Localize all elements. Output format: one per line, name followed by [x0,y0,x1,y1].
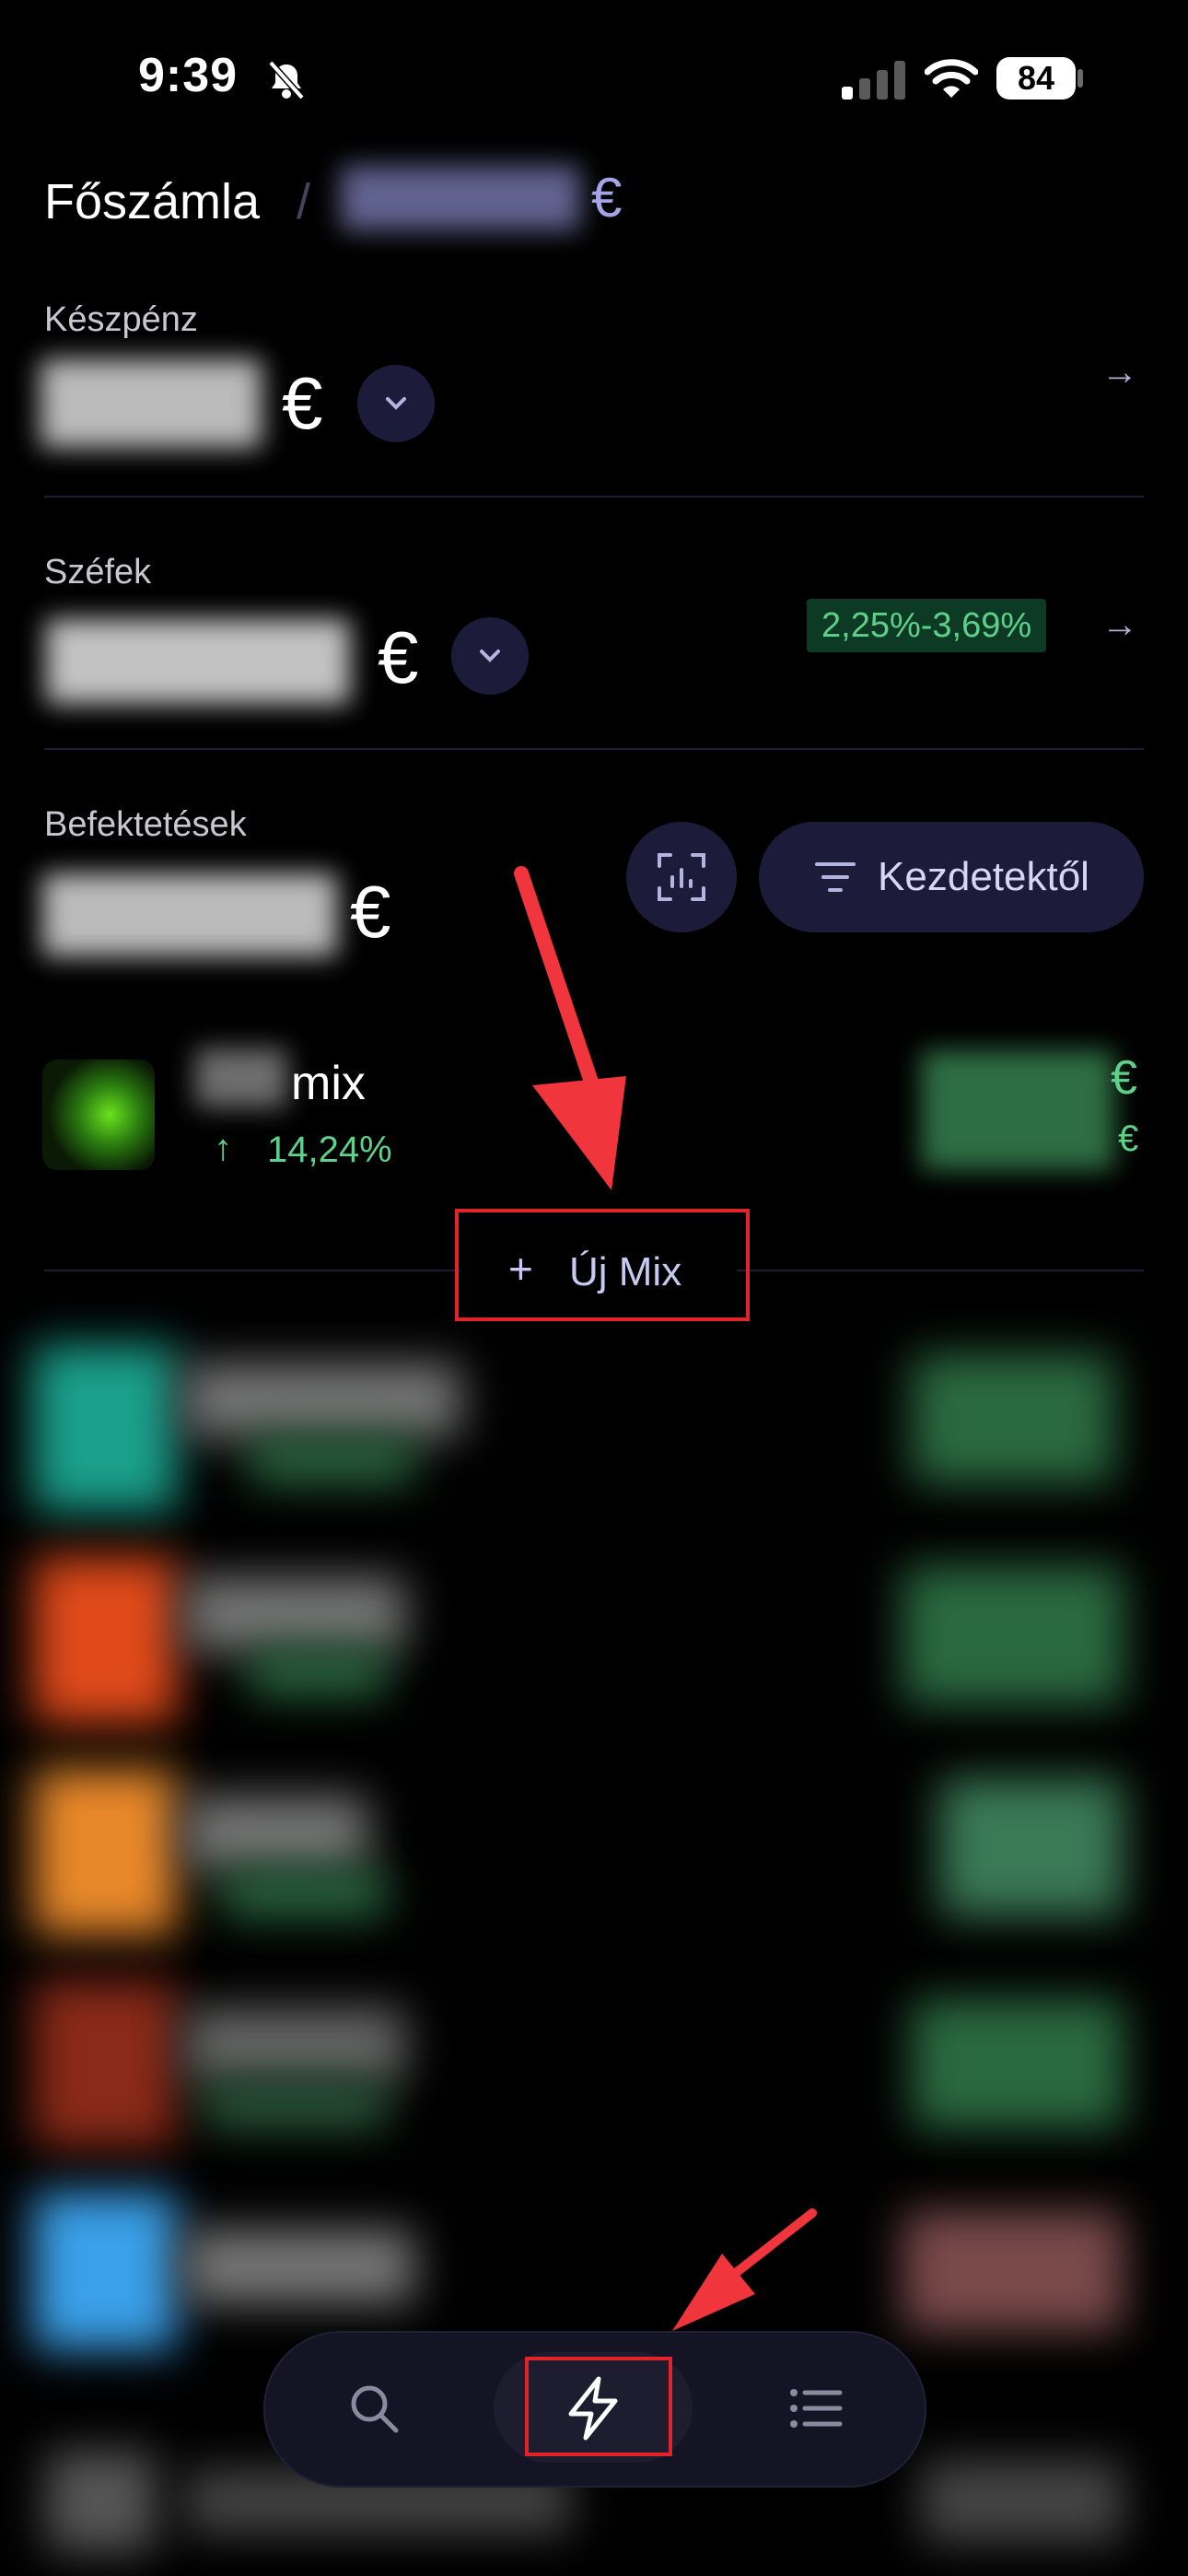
tab-search[interactable] [335,2370,413,2447]
annotation-box-home-tab [525,2357,672,2456]
annotation-arrows [514,866,817,2331]
tab-list[interactable] [777,2370,855,2447]
list-icon [790,2389,843,2428]
search-icon [351,2385,399,2433]
